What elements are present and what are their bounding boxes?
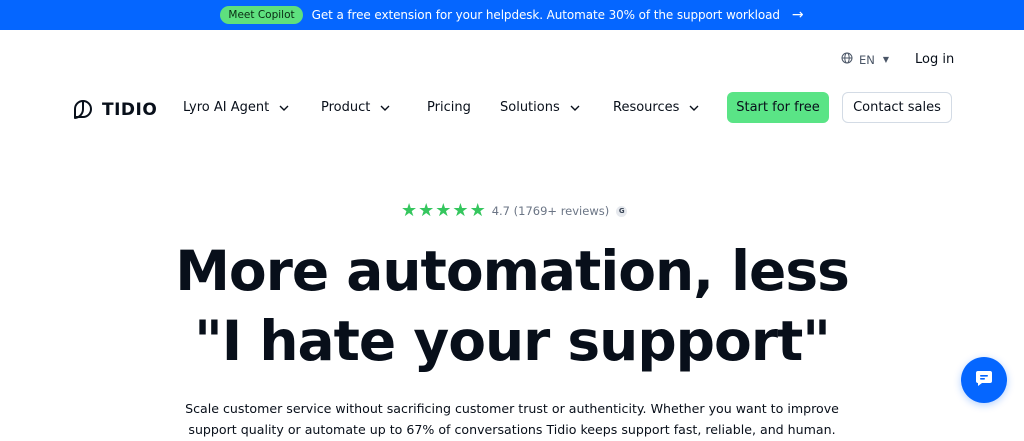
logo-text: TIDIO xyxy=(102,100,158,120)
chevron-down-icon xyxy=(279,100,289,115)
chevron-down-icon xyxy=(570,100,580,115)
star-icon: ★ xyxy=(435,200,452,221)
announcement-banner[interactable]: Meet Copilot Get a free extension for yo… xyxy=(0,0,1024,30)
tidio-logo-icon xyxy=(72,95,98,125)
nav-item-label: Solutions xyxy=(500,100,560,115)
subtitle-line-1: Scale customer service without sacrifici… xyxy=(185,401,839,416)
nav-item-solutions[interactable]: Solutions xyxy=(500,100,580,115)
arrow-right-icon: → xyxy=(791,7,804,23)
globe-icon xyxy=(841,52,853,67)
meet-copilot-badge[interactable]: Meet Copilot xyxy=(220,6,303,24)
headline-line-1: More automation, less xyxy=(175,239,850,303)
nav-item-resources[interactable]: Resources xyxy=(613,100,699,115)
chat-widget-button[interactable] xyxy=(961,357,1007,403)
hero-headline: More automation, less "I hate your suppo… xyxy=(0,236,1024,376)
star-icon: ★ xyxy=(418,200,435,221)
star-rating: ★ ★ ★ ★ ★ xyxy=(401,200,487,221)
nav-item-label: Pricing xyxy=(427,100,471,115)
chat-bubble-icon xyxy=(974,368,994,392)
chevron-down-icon xyxy=(380,100,390,115)
star-icon: ★ xyxy=(401,200,418,221)
nav-item-label: Resources xyxy=(613,100,680,115)
login-link[interactable]: Log in xyxy=(915,52,954,67)
rating-text: 4.7 (1769+ reviews) xyxy=(491,204,610,218)
headline-line-2: "I hate your support" xyxy=(194,309,831,373)
g2-badge-icon: G xyxy=(616,205,628,217)
banner-text[interactable]: Get a free extension for your helpdesk. … xyxy=(312,8,780,22)
hero-subtitle: Scale customer service without sacrifici… xyxy=(0,398,1024,440)
language-selector[interactable]: EN ▼ xyxy=(841,52,889,67)
chevron-down-icon xyxy=(689,100,699,115)
language-label: EN xyxy=(859,52,875,67)
main-nav: TIDIO Lyro AI Agent Product Pricing Solu… xyxy=(0,91,1024,125)
nav-item-lyro-ai-agent[interactable]: Lyro AI Agent xyxy=(183,100,289,115)
nav-item-product[interactable]: Product xyxy=(321,100,390,115)
caret-down-icon: ▼ xyxy=(882,55,890,64)
subtitle-line-2: support quality or automate up to 67% of… xyxy=(188,422,836,437)
star-icon: ★ xyxy=(469,200,486,221)
nav-item-label: Product xyxy=(321,100,371,115)
nav-item-pricing[interactable]: Pricing xyxy=(427,100,471,115)
tidio-logo[interactable]: TIDIO xyxy=(72,95,157,125)
contact-sales-button[interactable]: Contact sales xyxy=(842,92,952,123)
star-icon: ★ xyxy=(452,200,469,221)
nav-item-label: Lyro AI Agent xyxy=(183,100,270,115)
rating-row: ★ ★ ★ ★ ★ 4.7 (1769+ reviews) G xyxy=(401,200,628,221)
start-for-free-button[interactable]: Start for free xyxy=(727,92,829,123)
